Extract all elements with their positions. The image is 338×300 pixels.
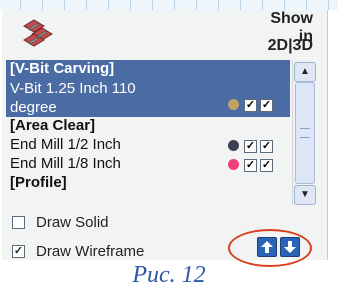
- arrow-up-icon: [261, 241, 273, 253]
- arrow-down-icon: [284, 241, 296, 253]
- draw-solid-label: Draw Solid: [36, 214, 109, 231]
- list-item-endmill-half[interactable]: End Mill 1/2 Inch ✓ ✓: [6, 136, 290, 155]
- toolpath-panel: Show in 2D|3D [V-Bit Carving] V-Bit 1.25…: [0, 10, 328, 267]
- chevron-up-icon: ▲: [300, 66, 310, 77]
- list-group-vbit-carving[interactable]: [V-Bit Carving]: [6, 60, 290, 79]
- top-grid-strip: [0, 0, 338, 10]
- tool-color-dot: [228, 159, 239, 170]
- dimension-label: 2D|3D: [267, 37, 313, 54]
- list-scrollbar[interactable]: ▲ ▼: [292, 60, 316, 205]
- checkbox-2d[interactable]: ✓: [244, 99, 257, 112]
- move-down-button[interactable]: [280, 237, 300, 257]
- thumb-grip: [300, 128, 310, 138]
- draw-wireframe-label: Draw Wireframe: [36, 243, 145, 260]
- scrollbar-thumb[interactable]: [295, 82, 315, 184]
- group-label: [V-Bit Carving]: [10, 60, 115, 77]
- figure-caption: Рис. 12: [132, 262, 206, 288]
- checkbox-2d[interactable]: ✓: [244, 159, 257, 172]
- item-label: End Mill 1/2 Inch: [10, 136, 121, 153]
- item-label-line1: V-Bit 1.25 Inch 110: [10, 80, 136, 97]
- list-item-endmill-eighth[interactable]: End Mill 1/8 Inch ✓ ✓: [6, 155, 290, 174]
- tools-icon: [23, 19, 53, 47]
- checkbox-3d[interactable]: ✓: [260, 140, 273, 153]
- toolpath-list[interactable]: [V-Bit Carving] V-Bit 1.25 Inch 110 degr…: [6, 60, 290, 205]
- list-group-profile[interactable]: [Profile]: [6, 174, 290, 193]
- scroll-up-button[interactable]: ▲: [294, 62, 316, 82]
- draw-wireframe-checkbox[interactable]: ✓: [12, 245, 25, 258]
- list-group-area-clear[interactable]: [Area Clear]: [6, 117, 290, 136]
- move-up-button[interactable]: [257, 237, 277, 257]
- item-label-line2: degree: [10, 99, 57, 116]
- checkbox-2d[interactable]: ✓: [244, 140, 257, 153]
- group-label: [Profile]: [10, 174, 67, 191]
- checkbox-3d[interactable]: ✓: [260, 159, 273, 172]
- chevron-down-icon: ▼: [300, 189, 310, 200]
- draw-solid-checkbox[interactable]: [12, 216, 25, 229]
- group-label: [Area Clear]: [10, 117, 96, 134]
- checkbox-3d[interactable]: ✓: [260, 99, 273, 112]
- scroll-down-button[interactable]: ▼: [294, 185, 316, 205]
- tool-color-dot: [228, 140, 239, 151]
- tool-color-dot: [228, 99, 239, 110]
- item-label: End Mill 1/8 Inch: [10, 155, 121, 172]
- list-item-vbit[interactable]: V-Bit 1.25 Inch 110 degree ✓ ✓: [6, 79, 290, 117]
